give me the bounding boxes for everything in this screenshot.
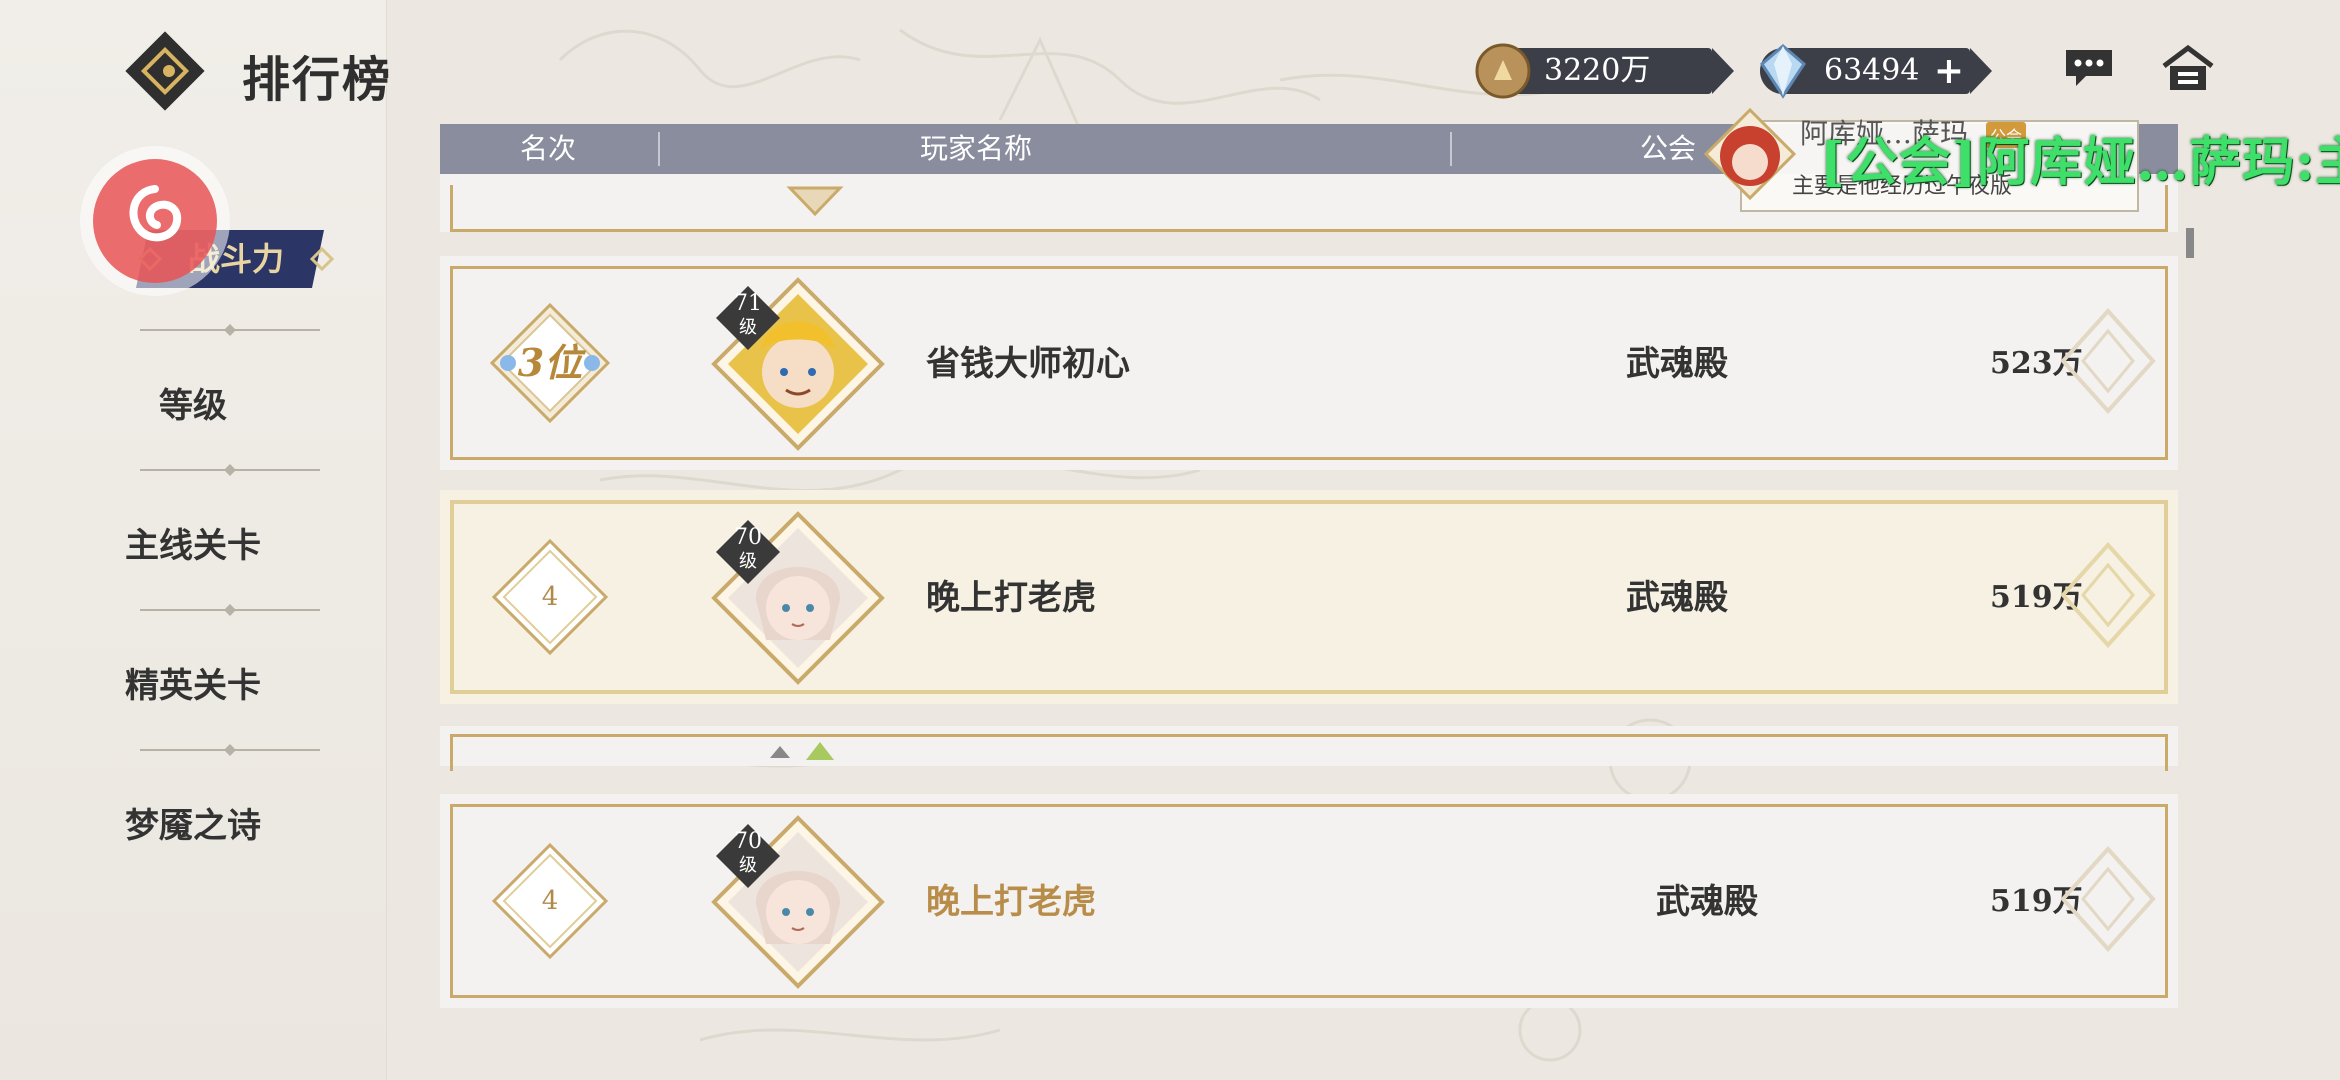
rank-value: 4: [541, 886, 559, 916]
level-unit: 级: [739, 855, 757, 876]
menu-item-level[interactable]: 等级: [0, 378, 386, 427]
list-item: [440, 726, 2178, 771]
add-gem-button[interactable]: +: [1934, 48, 1964, 94]
row-ornament-icon: [2060, 542, 2156, 648]
home-icon[interactable]: [2160, 44, 2216, 94]
guild-name: 武魂殿: [1656, 882, 1758, 922]
chat-icon[interactable]: [2062, 46, 2116, 88]
self-rank-row[interactable]: 4 70 级 晚上打老虎 武魂殿 519万: [440, 794, 2178, 1008]
level-unit: 级: [739, 317, 757, 338]
coin-value: 3220万: [1544, 53, 1651, 88]
danmaku-message: [公会]阿库娅…萨玛:主要: [1820, 132, 2340, 193]
menu-divider: [140, 604, 320, 616]
row-ornament-icon: [2060, 308, 2156, 414]
coin-counter[interactable]: 3220万: [1475, 43, 1734, 99]
menu-item-nightmare-poem[interactable]: 梦魇之诗: [0, 798, 386, 847]
menu-item-main-stage[interactable]: 主线关卡: [0, 518, 386, 567]
column-header-player: 玩家名称: [920, 132, 1033, 165]
level-number: 70: [734, 525, 762, 550]
level-number: 71: [734, 291, 762, 316]
guild-name: 武魂殿: [1626, 344, 1728, 384]
chat-sender-avatar: [1704, 108, 1796, 200]
music-icon: [129, 185, 182, 242]
row-ornament-icon: [2060, 846, 2156, 952]
scrollbar[interactable]: [2186, 228, 2194, 258]
menu-divider: [140, 324, 320, 336]
level-unit: 级: [739, 551, 757, 572]
rank-logo-icon: [125, 31, 205, 111]
page-title: 排行榜: [242, 52, 393, 108]
table-row[interactable]: 3位 71 级 省钱大师初心 武魂殿 523万: [440, 256, 2178, 470]
table-row[interactable]: 4 70 级 晚上打老虎 武魂殿 519万: [440, 490, 2178, 704]
floating-music-button[interactable]: [80, 146, 230, 296]
player-name: 晚上打老虎: [926, 578, 1096, 618]
column-header-guild: 公会: [1640, 132, 1697, 165]
column-header-rank: 名次: [520, 132, 577, 165]
guild-name: 武魂殿: [1626, 578, 1728, 618]
gem-icon: [1760, 44, 1806, 99]
player-name: 省钱大师初心: [926, 344, 1130, 384]
rank-value: 4: [541, 582, 559, 612]
menu-divider: [140, 464, 320, 476]
gem-counter[interactable]: 63494 +: [1760, 44, 1992, 99]
coin-icon: [1475, 43, 1531, 99]
level-number: 70: [734, 829, 762, 854]
gem-value: 63494: [1824, 53, 1920, 88]
menu-item-elite-stage[interactable]: 精英关卡: [0, 658, 386, 707]
player-name: 晚上打老虎: [926, 882, 1096, 922]
menu-divider: [140, 744, 320, 756]
rank-value: 3位: [517, 340, 583, 385]
